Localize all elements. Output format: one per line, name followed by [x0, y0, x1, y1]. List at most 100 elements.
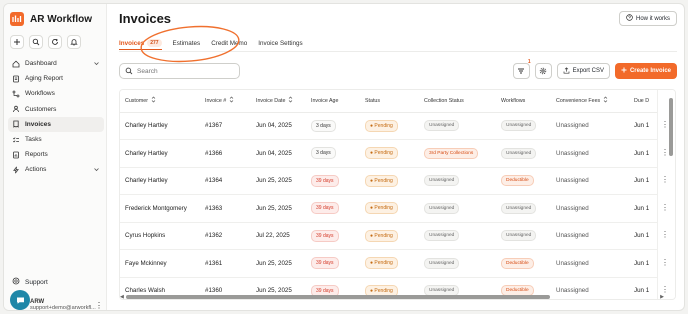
scroll-right-arrow-icon[interactable]: ▶ [660, 294, 664, 300]
convenience-fees-cell: Unassigned [551, 112, 629, 140]
brand[interactable]: AR Workflow [10, 12, 92, 26]
invoice-number-cell[interactable]: #1363 [200, 194, 251, 223]
sidebar-item-tasks[interactable]: Tasks [8, 132, 104, 147]
collection-status-badge[interactable]: Unassigned [424, 120, 460, 132]
horizontal-scroll-thumb[interactable] [126, 295, 550, 299]
customer-cell[interactable]: Cyrus Hopkins [120, 222, 200, 250]
sidebar-item-reports[interactable]: Reports [8, 147, 104, 162]
column-header-invoice-date[interactable]: Invoice Date [251, 90, 306, 113]
workflow-badge[interactable]: Unassigned [501, 120, 537, 132]
table-row[interactable]: Faye Mckinney #1361 Jun 25, 2025 39 days ● P… [120, 249, 675, 278]
bell-icon[interactable] [67, 35, 81, 49]
column-header-customer[interactable]: Customer [120, 90, 200, 113]
export-csv-button[interactable]: Export CSV [556, 63, 610, 79]
workflows-cell[interactable]: Unassigned [496, 222, 551, 250]
workflows-icon [12, 90, 20, 98]
table-row[interactable]: Charley Hartley #1366 Jun 04, 2025 3 days ● … [120, 139, 675, 168]
row-menu-kebab-icon[interactable]: ⋮ [661, 120, 669, 129]
invoice-age-badge: 39 days [311, 229, 339, 242]
workflows-cell[interactable]: Deductible [496, 167, 551, 195]
collection-status-badge[interactable]: Unassigned [424, 257, 460, 269]
workflows-cell[interactable]: Unassigned [496, 112, 551, 140]
invoice-number-cell[interactable]: #1361 [200, 249, 251, 278]
collection-status-cell[interactable]: 3rd Party Collections [419, 139, 496, 168]
invoice-date-cell: Jun 04, 2025 [251, 139, 306, 168]
support-link[interactable]: Support [12, 277, 48, 287]
workflow-badge[interactable]: Deductible [501, 175, 534, 187]
sidebar-item-aging-report[interactable]: Aging Report [8, 71, 104, 86]
sidebar-item-invoices[interactable]: Invoices [8, 116, 104, 132]
workflows-cell[interactable]: Unassigned [496, 194, 551, 223]
row-menu-kebab-icon[interactable]: ⋮ [661, 230, 669, 239]
collection-status-cell[interactable]: Unassigned [419, 222, 496, 250]
add-icon[interactable] [10, 35, 24, 49]
customer-cell[interactable]: Frederick Montgomery [120, 194, 200, 223]
sidebar-item-workflows[interactable]: Workflows [8, 86, 104, 101]
sort-icon[interactable] [229, 96, 234, 105]
workflow-badge[interactable]: Unassigned [501, 202, 537, 214]
filter-button[interactable]: 1 [512, 59, 531, 79]
collection-status-badge[interactable]: Unassigned [424, 175, 460, 187]
vertical-scrollbar[interactable] [669, 92, 673, 292]
settings-button[interactable] [534, 62, 552, 80]
table-row[interactable]: Cyrus Hopkins #1362 Jul 22, 2025 39 days ● P… [120, 222, 675, 250]
search-input[interactable] [137, 67, 237, 75]
row-menu-kebab-icon[interactable]: ⋮ [661, 148, 669, 157]
sidebar-item-dashboard[interactable]: Dashboard [8, 56, 104, 71]
customer-cell[interactable]: Charley Hartley [120, 167, 200, 195]
collection-status-badge[interactable]: Unassigned [424, 230, 460, 242]
vertical-scroll-thumb[interactable] [669, 98, 673, 156]
invoice-number-cell[interactable]: #1364 [200, 167, 251, 195]
collection-status-cell[interactable]: Unassigned [419, 112, 496, 140]
customer-cell[interactable]: Faye Mckinney [120, 249, 200, 278]
collection-status-cell[interactable]: Unassigned [419, 194, 496, 223]
sidebar-item-actions[interactable]: Actions [8, 162, 104, 177]
table-row[interactable]: Charley Hartley #1367 Jun 04, 2025 3 days ● … [120, 112, 675, 140]
table-row[interactable]: Frederick Montgomery #1363 Jun 25, 2025 39 … [120, 194, 675, 223]
invoice-number-cell[interactable]: #1366 [200, 139, 251, 168]
sort-icon[interactable] [288, 96, 293, 105]
refresh-icon[interactable] [48, 35, 62, 49]
sort-icon[interactable] [603, 96, 608, 105]
invoices-icon [12, 120, 20, 129]
search-box[interactable] [119, 63, 240, 79]
sort-icon[interactable] [151, 96, 156, 105]
row-menu-kebab-icon[interactable]: ⋮ [661, 258, 669, 267]
collection-status-cell[interactable]: Unassigned [419, 167, 496, 195]
workflow-badge[interactable]: Unassigned [501, 230, 537, 242]
invoice-number-cell[interactable]: #1362 [200, 222, 251, 250]
gear-icon [539, 62, 547, 80]
row-menu-kebab-icon[interactable]: ⋮ [661, 203, 669, 212]
export-icon [563, 66, 570, 76]
user-profile[interactable]: ARW support+demo@arworkfl... [30, 299, 105, 310]
actions-icon [12, 166, 20, 174]
table-row[interactable]: Charley Hartley #1364 Jun 25, 2025 39 days ●… [120, 167, 675, 195]
column-header-invoice-number[interactable]: Invoice # [200, 90, 251, 113]
column-header-convenience-fees[interactable]: Convenience Fees [551, 90, 629, 113]
workflows-cell[interactable]: Unassigned [496, 139, 551, 168]
chat-support-icon[interactable] [10, 290, 30, 310]
search-icon[interactable] [29, 35, 43, 49]
customer-cell[interactable]: Charley Hartley [120, 112, 200, 140]
how-it-works-button[interactable]: How it works [618, 11, 677, 26]
workflow-badge[interactable]: Deductible [501, 257, 534, 269]
status-cell: ● Pending [360, 139, 419, 168]
workflow-badge[interactable]: Unassigned [501, 147, 537, 159]
collection-status-badge[interactable]: Unassigned [424, 202, 460, 214]
scroll-left-arrow-icon[interactable]: ◀ [120, 294, 124, 300]
row-menu-kebab-icon[interactable]: ⋮ [661, 175, 669, 184]
row-menu-kebab-icon[interactable]: ⋮ [661, 285, 669, 294]
collection-status-badge[interactable]: 3rd Party Collections [424, 147, 479, 159]
tab-invoice-settings[interactable]: Invoice Settings [258, 37, 302, 50]
sidebar-item-customers[interactable]: Customers [8, 102, 104, 117]
invoice-number-cell[interactable]: #1367 [200, 112, 251, 140]
horizontal-scrollbar[interactable]: ◀ ▶ [120, 294, 664, 300]
user-menu-kebab-icon[interactable]: ⋮ [95, 301, 103, 310]
create-invoice-button[interactable]: Create Invoice [614, 63, 677, 79]
workflows-cell[interactable]: Deductible [496, 249, 551, 278]
invoice-age-badge: 3 days [311, 119, 336, 132]
sidebar-item-label: Customers [25, 105, 57, 113]
sidebar-item-label: Tasks [25, 136, 42, 144]
customer-cell[interactable]: Charley Hartley [120, 139, 200, 168]
collection-status-cell[interactable]: Unassigned [419, 249, 496, 278]
